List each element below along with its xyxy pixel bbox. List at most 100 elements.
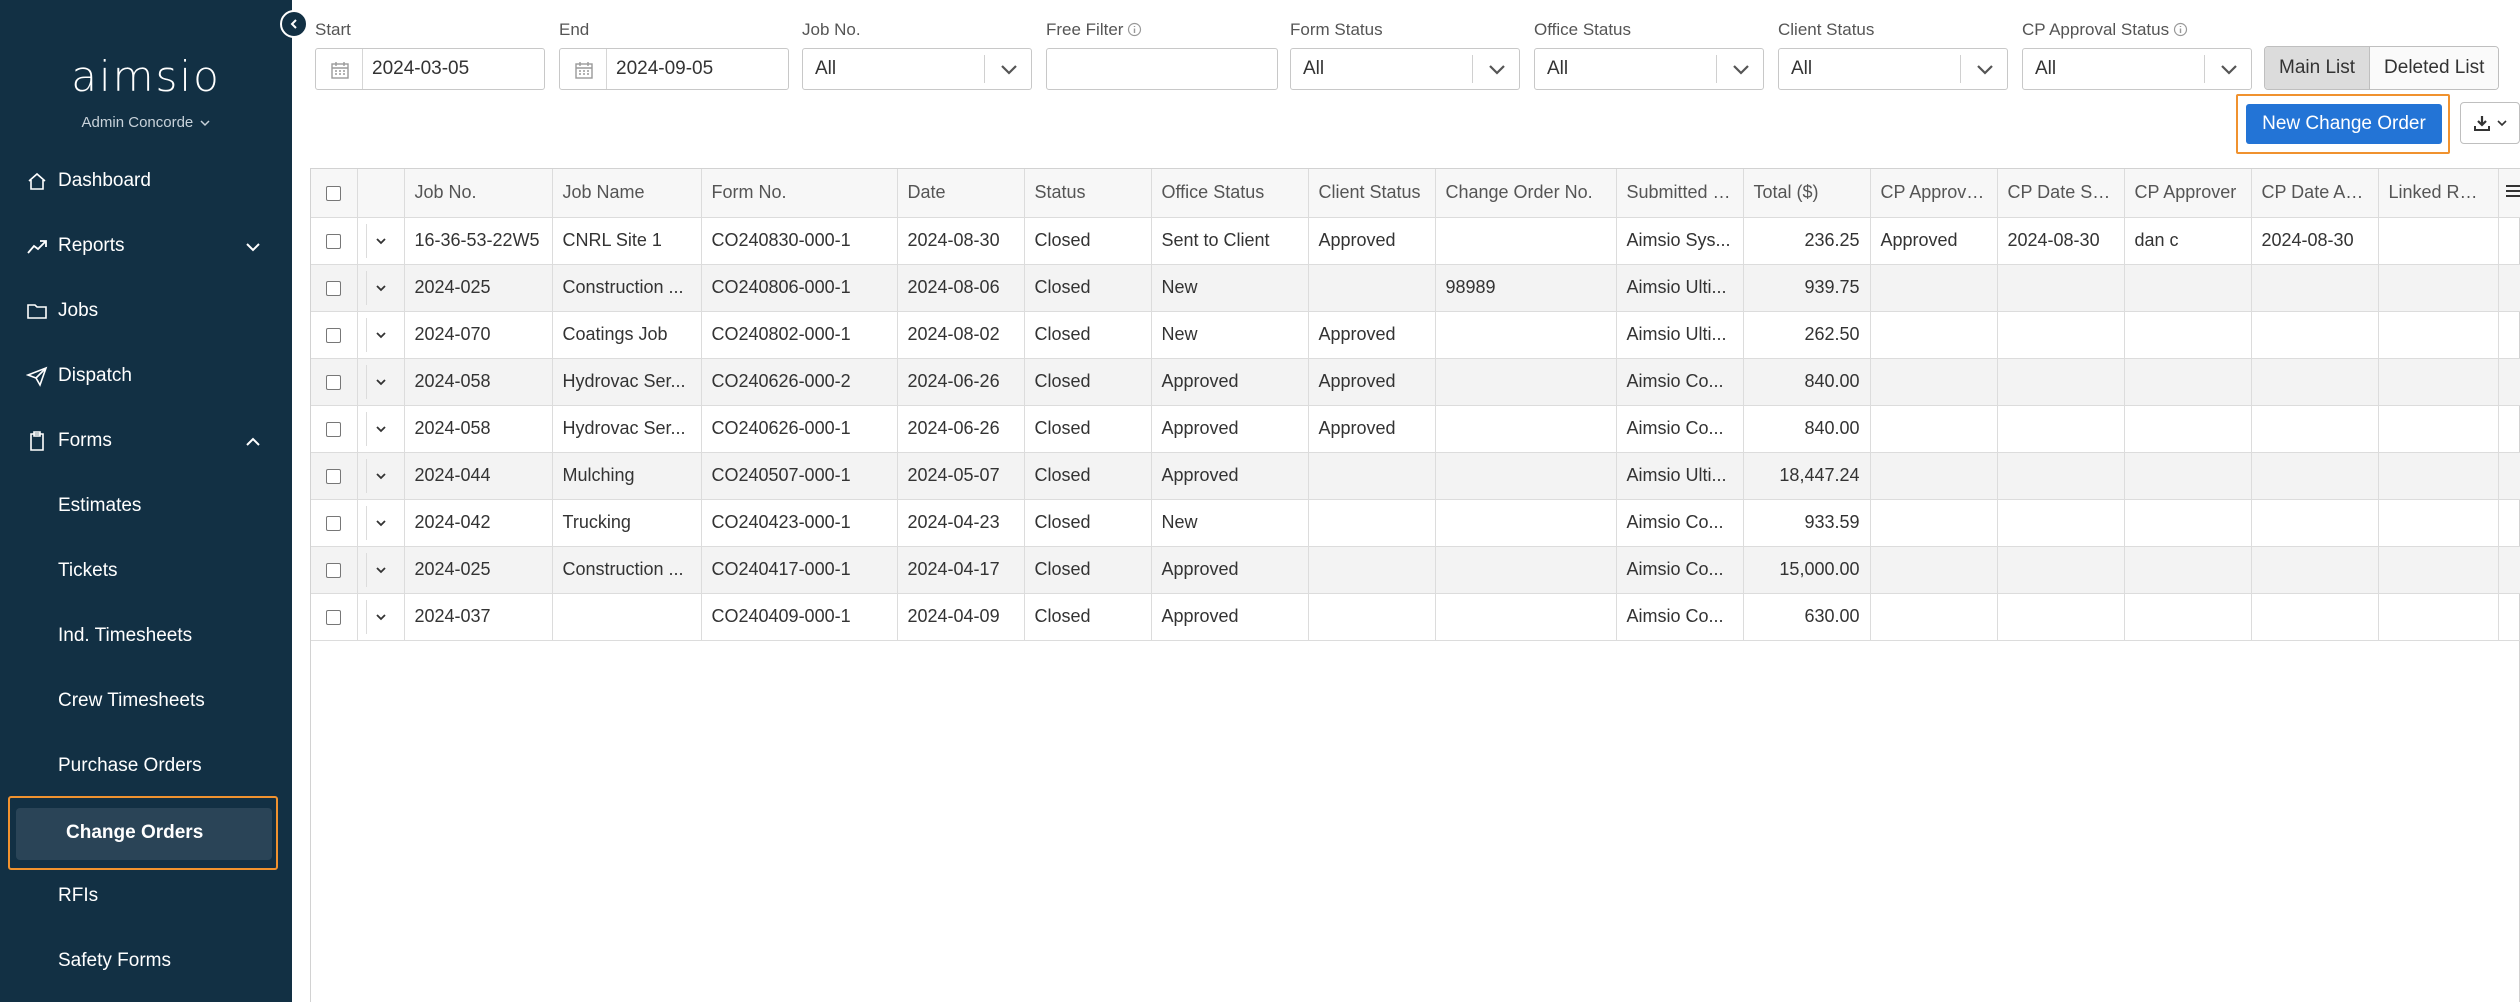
collapse-sidebar-button[interactable] — [280, 10, 308, 38]
table-row[interactable]: 2024-058 Hydrovac Ser... CO240626-000-2 202… — [311, 358, 2520, 406]
cp-approval-status-select[interactable]: All — [2022, 48, 2252, 90]
column-header[interactable]: CP Date Ap... — [2251, 169, 2379, 218]
nav-reports[interactable]: Reports — [0, 217, 292, 275]
table-cell: Aimsio Co... — [1616, 593, 1744, 641]
form-status-select[interactable]: All — [1290, 48, 1520, 90]
row-expand-button[interactable] — [357, 593, 405, 641]
nav-purchase-orders[interactable]: Purchase Orders — [0, 737, 292, 795]
nav-reports-label: Reports — [58, 235, 125, 256]
nav-estimates-label: Estimates — [58, 495, 142, 516]
column-header[interactable]: Form No. — [701, 169, 898, 218]
table-cell — [2124, 405, 2252, 453]
column-header[interactable]: Client Status — [1308, 169, 1436, 218]
table-row[interactable]: 2024-037 CO240409-000-1 2024-04-09 Closed Ap… — [311, 593, 2520, 641]
main-list-button[interactable]: Main List — [2265, 47, 2371, 89]
column-menu-button[interactable] — [2498, 169, 2520, 218]
nav-rfis[interactable]: RFIs — [0, 867, 292, 925]
row-expand-button[interactable] — [357, 452, 405, 500]
row-expand-button[interactable] — [357, 499, 405, 547]
column-header[interactable]: Change Order No. — [1435, 169, 1617, 218]
select-all-checkbox[interactable] — [311, 169, 358, 218]
row-expand-button[interactable] — [357, 358, 405, 406]
new-change-order-button[interactable]: New Change Order — [2246, 104, 2442, 144]
nav-dashboard[interactable]: Dashboard — [0, 152, 292, 210]
row-expand-button[interactable] — [357, 405, 405, 453]
table-cell: 2024-04-17 — [897, 546, 1025, 594]
chevron-left-icon — [290, 19, 297, 29]
row-expand-button[interactable] — [357, 311, 405, 359]
column-header[interactable]: Office Status — [1151, 169, 1309, 218]
free-filter-input[interactable] — [1046, 48, 1278, 90]
end-date-field[interactable]: 2024-09-05 — [559, 48, 789, 90]
chevron-down-icon — [376, 566, 386, 573]
table-cell — [1870, 405, 1998, 453]
table-cell — [1435, 593, 1617, 641]
job-no-select[interactable]: All — [802, 48, 1032, 90]
table-cell: Closed — [1024, 358, 1152, 406]
table-cell — [2124, 452, 2252, 500]
table-row[interactable]: 2024-025 Construction ... CO240417-000-1 20… — [311, 546, 2520, 594]
row-expand-button[interactable] — [357, 546, 405, 594]
table-cell — [1435, 358, 1617, 406]
column-header[interactable]: CP Approva... — [1870, 169, 1998, 218]
row-checkbox[interactable] — [311, 405, 358, 453]
row-checkbox[interactable] — [311, 311, 358, 359]
column-header[interactable]: CP Approver — [2124, 169, 2252, 218]
nav-safety-forms[interactable]: Safety Forms — [0, 932, 292, 990]
column-header[interactable]: Date — [897, 169, 1025, 218]
table-cell: 2024-08-30 — [1997, 217, 2125, 265]
office-status-select[interactable]: All — [1534, 48, 1764, 90]
nav-tickets[interactable]: Tickets — [0, 542, 292, 600]
nav-ind-timesheets-label: Ind. Timesheets — [58, 625, 193, 646]
nav-estimates[interactable]: Estimates — [0, 477, 292, 535]
row-expand-button[interactable] — [357, 217, 405, 265]
row-checkbox[interactable] — [311, 452, 358, 500]
nav-jobs[interactable]: Jobs — [0, 282, 292, 340]
table-cell — [2251, 358, 2379, 406]
table-row[interactable]: 2024-042 Trucking CO240423-000-1 2024-04-23… — [311, 499, 2520, 547]
table-cell: CO240806-000-1 — [701, 264, 898, 312]
column-header[interactable]: Job No. — [404, 169, 553, 218]
table-row[interactable]: 2024-058 Hydrovac Ser... CO240626-000-1 202… — [311, 405, 2520, 453]
nav-crew-timesheets[interactable]: Crew Timesheets — [0, 672, 292, 730]
column-header[interactable]: Job Name — [552, 169, 702, 218]
table-row[interactable]: 2024-044 Mulching CO240507-000-1 2024-05-07… — [311, 452, 2520, 500]
table-cell: CO240802-000-1 — [701, 311, 898, 359]
deleted-list-button[interactable]: Deleted List — [2370, 47, 2499, 89]
row-expand-button[interactable] — [357, 264, 405, 312]
cp-approval-status-label: CP Approval Status — [2022, 20, 2170, 39]
column-header[interactable]: Total ($) — [1743, 169, 1871, 218]
row-checkbox[interactable] — [311, 546, 358, 594]
nav-dispatch[interactable]: Dispatch — [0, 347, 292, 405]
nav-change-orders-label: Change Orders — [66, 822, 204, 843]
table-cell: Trucking — [552, 499, 702, 547]
info-icon[interactable] — [1127, 22, 1142, 37]
table-row[interactable]: 16-36-53-22W5 CNRL Site 1 CO240830-000-1 20… — [311, 217, 2520, 265]
table-row[interactable]: 2024-070 Coatings Job CO240802-000-1 2024-0… — [311, 311, 2520, 359]
start-date-field[interactable]: 2024-03-05 — [315, 48, 545, 90]
row-checkbox[interactable] — [311, 264, 358, 312]
info-icon[interactable] — [2173, 22, 2188, 37]
table-cell — [2498, 593, 2520, 641]
row-checkbox[interactable] — [311, 358, 358, 406]
column-header[interactable]: Linked RFI ... — [2378, 169, 2499, 218]
column-header[interactable]: Status — [1024, 169, 1152, 218]
column-header[interactable]: Submitted By — [1616, 169, 1744, 218]
table-row[interactable]: 2024-025 Construction ... CO240806-000-1 20… — [311, 264, 2520, 312]
column-header[interactable]: CP Date Sent — [1997, 169, 2125, 218]
table-cell: Closed — [1024, 311, 1152, 359]
row-checkbox[interactable] — [311, 499, 358, 547]
nav-change-orders[interactable]: Change Orders — [16, 808, 272, 860]
table-cell — [1308, 546, 1436, 594]
table-cell — [1435, 311, 1617, 359]
client-status-select[interactable]: All — [1778, 48, 2008, 90]
nav-forms[interactable]: Forms — [0, 412, 292, 470]
nav-ind-timesheets[interactable]: Ind. Timesheets — [0, 607, 292, 665]
nav-crew-timesheets-label: Crew Timesheets — [58, 690, 205, 711]
row-checkbox[interactable] — [311, 217, 358, 265]
table-cell: CO240409-000-1 — [701, 593, 898, 641]
user-menu[interactable]: Admin Concorde — [0, 114, 292, 131]
export-button[interactable] — [2460, 102, 2520, 144]
table-cell — [2251, 264, 2379, 312]
row-checkbox[interactable] — [311, 593, 358, 641]
